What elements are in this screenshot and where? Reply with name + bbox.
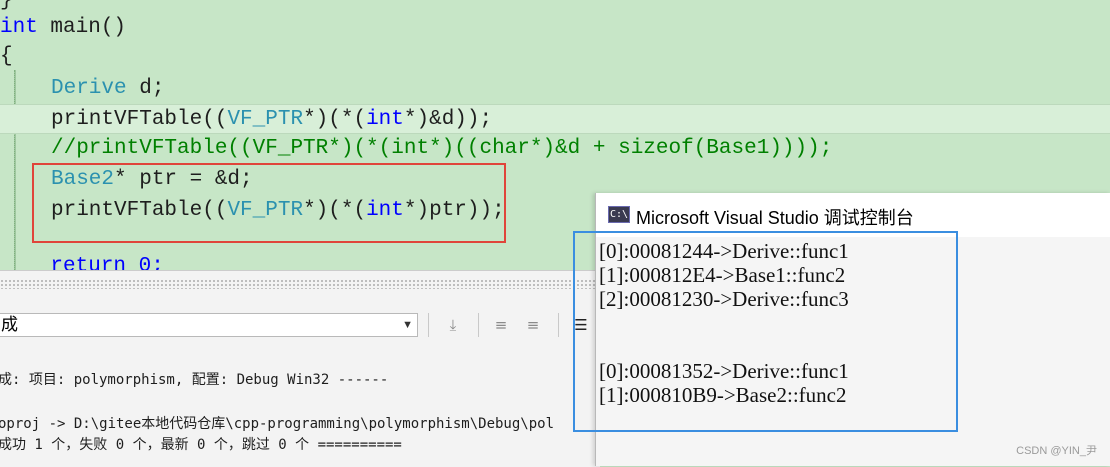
code-line-return: return 0; <box>0 255 164 270</box>
blue-highlight-box <box>573 231 958 432</box>
code-line-current: printVFTable((VF_PTR*)(*(int*)&d)); <box>0 104 1110 134</box>
code-line-brace: { <box>0 45 13 68</box>
toolbar-separator <box>558 313 559 337</box>
align-right-icon[interactable]: ≡ <box>522 315 544 335</box>
find-icon[interactable]: ⤓ <box>442 315 464 335</box>
output-line: 成功 1 个，失败 0 个，最新 0 个，跳过 0 个 ========== <box>0 437 402 453</box>
toolbar-separator <box>478 313 479 337</box>
toolbar-separator <box>428 313 429 337</box>
panel-grip[interactable] <box>0 279 600 289</box>
code-line-main: int main() <box>0 16 127 39</box>
output-line: oproj -> D:\gitee本地代码仓库\cpp-programming\… <box>0 416 555 432</box>
console-app-icon: C:\ <box>608 206 630 223</box>
code-line-derive: Derive d; <box>51 77 165 100</box>
output-source-value: 成 <box>1 315 18 334</box>
align-left-icon[interactable]: ≡ <box>490 315 512 335</box>
red-highlight-box <box>32 163 506 243</box>
output-line: 成: 项目: polymorphism, 配置: Debug Win32 ---… <box>0 372 389 388</box>
chevron-down-icon: ▼ <box>402 319 413 331</box>
output-source-select[interactable]: 成 ▼ <box>0 313 418 337</box>
code-line-comment: //printVFTable((VF_PTR*)(*(int*)((char*)… <box>51 137 833 160</box>
watermark: CSDN @YIN_尹 <box>1016 445 1097 457</box>
output-panel: 成 ▼ ⤓ ≡ ≡ ☰ 成: 项目: polymorphism, 配置: Deb… <box>0 270 600 467</box>
console-title: Microsoft Visual Studio 调试控制台 <box>636 208 914 228</box>
indent-guide <box>14 70 16 270</box>
